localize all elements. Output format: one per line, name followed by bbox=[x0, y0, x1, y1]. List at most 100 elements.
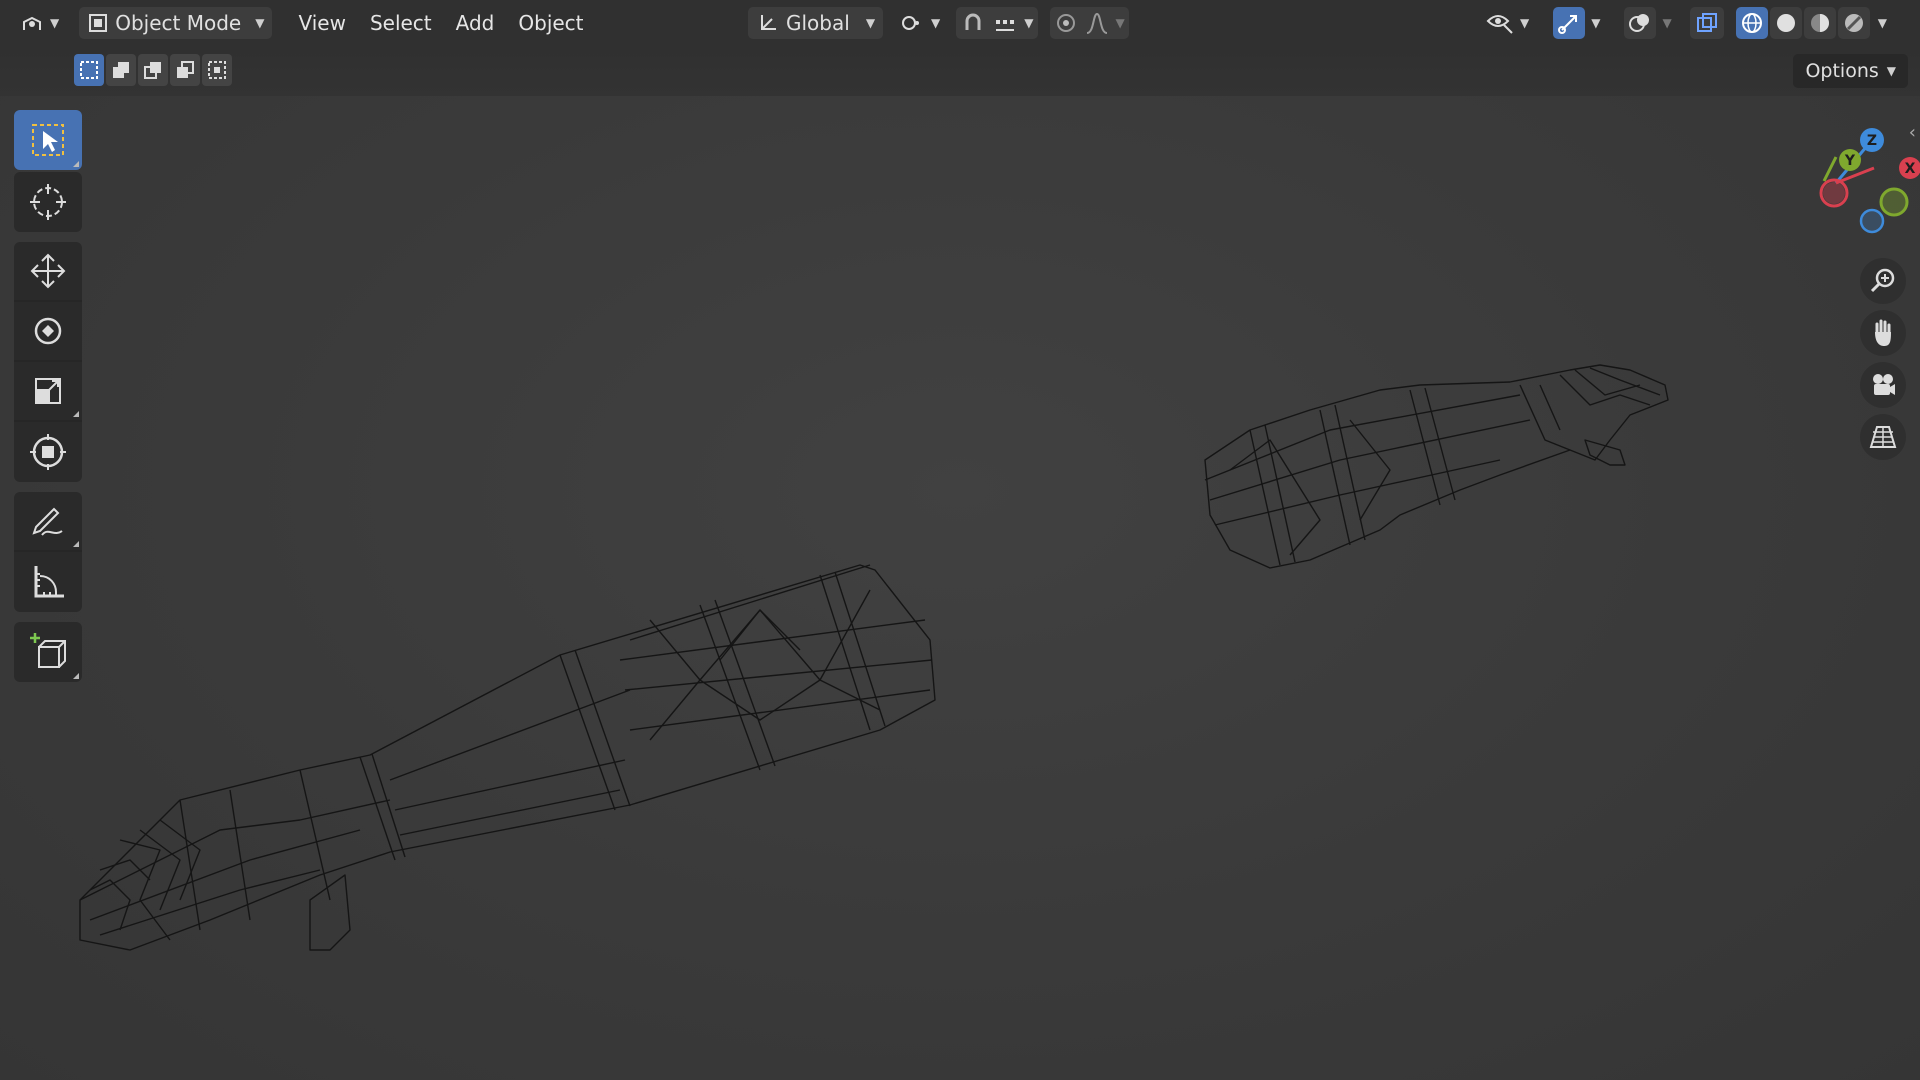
menu-view[interactable]: View bbox=[288, 7, 355, 39]
rendered-shading-button[interactable] bbox=[1837, 7, 1870, 39]
arm-mesh-large[interactable] bbox=[79, 564, 936, 951]
arm-mesh-small[interactable] bbox=[1204, 364, 1669, 569]
chevron-down-icon: ▼ bbox=[1115, 16, 1125, 30]
camera-view-button[interactable] bbox=[1860, 362, 1906, 408]
pivot-point-dropdown[interactable]: ▼ bbox=[891, 7, 948, 39]
transform-icon bbox=[30, 434, 66, 470]
add-cube-icon bbox=[30, 633, 66, 668]
camera-view-icon bbox=[1873, 374, 1895, 395]
axis-neg-x-fill bbox=[1823, 182, 1845, 204]
gizmo-toggle[interactable]: ▼ bbox=[1545, 7, 1608, 39]
annotate-tool[interactable] bbox=[14, 492, 82, 552]
select-box-icon bbox=[32, 124, 64, 156]
gizmo-toggle-active[interactable] bbox=[1553, 7, 1586, 39]
pivot-point-icon bbox=[902, 16, 920, 30]
magnet-icon bbox=[965, 13, 981, 30]
cursor-tool[interactable] bbox=[14, 172, 82, 232]
snap-toggle[interactable]: ▼ bbox=[956, 7, 1038, 39]
select-difference-button[interactable] bbox=[170, 54, 200, 86]
mode-dropdown[interactable]: Object Mode ▼ bbox=[79, 7, 273, 39]
material-preview-icon bbox=[1810, 14, 1829, 32]
pan-button[interactable] bbox=[1860, 310, 1906, 356]
ortho-toggle-button[interactable] bbox=[1860, 414, 1906, 460]
menu-object[interactable]: Object bbox=[508, 7, 593, 39]
navigation-gizmo[interactable]: Y Z X bbox=[1760, 110, 1920, 260]
select-intersect-icon bbox=[208, 61, 226, 79]
xray-toggle-icon bbox=[1696, 13, 1717, 32]
select-box-tool[interactable] bbox=[14, 110, 82, 170]
rotate-tool[interactable] bbox=[14, 302, 82, 362]
tool-variants-indicator bbox=[73, 161, 79, 167]
menu-add[interactable]: Add bbox=[446, 7, 505, 39]
axis-x-label: X bbox=[1905, 161, 1916, 177]
axis-y-handle[interactable]: Y bbox=[1839, 149, 1861, 171]
select-subtract-icon bbox=[144, 62, 161, 79]
mode-label: Object Mode bbox=[115, 11, 242, 35]
left-toolbar bbox=[14, 110, 82, 682]
xray-toggle[interactable] bbox=[1689, 7, 1724, 39]
chevron-down-icon: ▼ bbox=[255, 16, 265, 30]
zoom-icon bbox=[1870, 268, 1895, 293]
move-icon bbox=[30, 253, 66, 289]
solid-shading-icon bbox=[1776, 14, 1795, 32]
pan-hand-icon bbox=[1873, 319, 1891, 346]
wireframe-shading-icon bbox=[1741, 13, 1762, 33]
transform-orientation-dropdown[interactable]: Global ▼ bbox=[748, 7, 884, 39]
chevron-down-icon: ▼ bbox=[1662, 16, 1672, 30]
eye-selectability-icon bbox=[1486, 15, 1513, 34]
overlays-dropdown[interactable]: ▼ bbox=[1616, 7, 1679, 39]
selectability-visibility-dropdown[interactable]: ▼ bbox=[1478, 7, 1537, 39]
viewport-header: ▼ Object Mode ▼ View Select Add Object G… bbox=[0, 0, 1920, 46]
chevron-down-icon: ▼ bbox=[931, 16, 941, 30]
chevron-down-icon: ▼ bbox=[865, 16, 876, 30]
object-mode-icon bbox=[89, 14, 108, 32]
annotate-icon bbox=[32, 507, 63, 536]
select-extend-icon bbox=[113, 62, 129, 78]
options-label: Options bbox=[1805, 60, 1879, 82]
material-preview-button[interactable] bbox=[1803, 7, 1836, 39]
shading-mode-group: ▼ bbox=[1735, 7, 1887, 39]
gizmo-toggle-icon bbox=[1558, 15, 1578, 34]
axis-neg-y-handle[interactable] bbox=[1879, 187, 1909, 217]
chevron-down-icon: ▼ bbox=[50, 16, 60, 30]
scale-tool[interactable] bbox=[14, 362, 82, 422]
measure-tool[interactable] bbox=[14, 552, 82, 612]
options-dropdown[interactable]: Options ▼ bbox=[1793, 54, 1908, 88]
transform-tool[interactable] bbox=[14, 422, 82, 482]
select-difference-icon bbox=[177, 61, 194, 78]
select-subtract-button[interactable] bbox=[138, 54, 168, 86]
proportional-editing-toggle[interactable]: ▼ bbox=[1049, 7, 1129, 39]
add-cube-tool[interactable] bbox=[14, 622, 82, 682]
orientation-label: Global bbox=[786, 11, 850, 35]
tool-variants-indicator bbox=[73, 541, 79, 547]
navigation-buttons bbox=[1860, 258, 1906, 460]
editor-type-button[interactable]: ▼ bbox=[12, 7, 67, 39]
tool-settings-bar: Options ▼ bbox=[0, 46, 1920, 96]
zoom-button[interactable] bbox=[1860, 258, 1906, 304]
chevron-down-icon: ▼ bbox=[1520, 16, 1530, 30]
rotate-icon bbox=[34, 317, 62, 345]
cursor-icon bbox=[30, 184, 66, 220]
select-new-button[interactable] bbox=[74, 54, 104, 86]
rendered-shading-icon bbox=[1844, 14, 1863, 32]
move-tool[interactable] bbox=[14, 242, 82, 302]
wireframe-scene bbox=[79, 364, 1669, 951]
overlays-toggle[interactable] bbox=[1624, 7, 1657, 39]
proportional-editing-icon bbox=[1056, 14, 1075, 32]
axis-z-handle[interactable]: Z bbox=[1860, 128, 1884, 152]
solid-shading-button[interactable] bbox=[1769, 7, 1802, 39]
menu-select[interactable]: Select bbox=[360, 7, 442, 39]
scale-icon bbox=[35, 378, 61, 404]
select-extend-button[interactable] bbox=[106, 54, 136, 86]
orientation-axes-icon bbox=[761, 15, 776, 30]
chevron-down-icon: ▼ bbox=[1024, 16, 1034, 30]
wireframe-shading-button[interactable] bbox=[1735, 7, 1768, 39]
chevron-down-icon[interactable]: ▼ bbox=[1878, 16, 1887, 30]
ortho-grid-icon bbox=[1869, 426, 1897, 448]
selection-mode-group bbox=[74, 54, 232, 86]
axis-neg-z-handle[interactable] bbox=[1859, 208, 1885, 234]
chevron-down-icon: ▼ bbox=[1886, 64, 1896, 78]
chevron-down-icon: ▼ bbox=[1591, 16, 1601, 30]
axis-x-handle[interactable]: X bbox=[1899, 157, 1920, 179]
select-intersect-button[interactable] bbox=[202, 54, 232, 86]
